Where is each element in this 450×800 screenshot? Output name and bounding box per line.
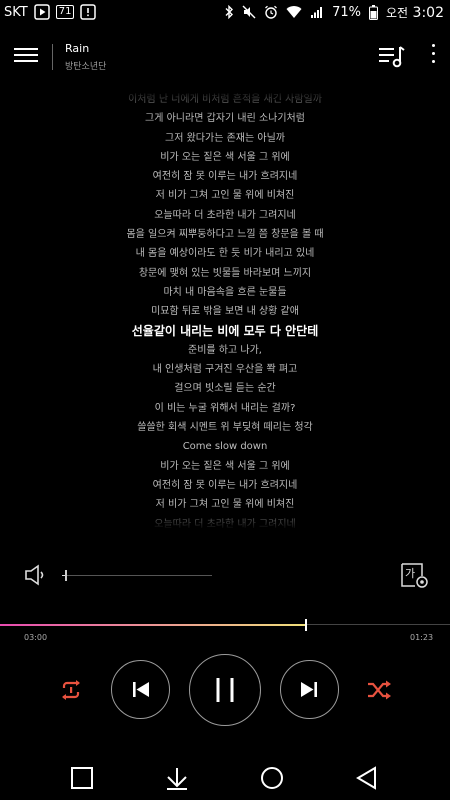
nav-recents-icon[interactable]: [70, 766, 94, 790]
play-notification-icon: [33, 4, 50, 20]
lyric-line-current: 선율같이 내리는 비에 모두 다 안단테: [131, 323, 319, 338]
lyric-line: 그저 왔다가는 존재는 아닐까: [165, 132, 285, 144]
playlist-icon[interactable]: [376, 42, 406, 70]
lyric-size-button[interactable]: 가: [400, 562, 430, 590]
lyric-line: 창문에 맺혀 있는 빗물들 바라보며 느끼지: [138, 267, 312, 279]
lyric-line: 내 인생처럼 구겨진 우산을 쫙 펴고: [152, 364, 298, 376]
alarm-icon: [265, 5, 278, 19]
nav-home-icon[interactable]: [260, 766, 284, 790]
notification-badge: 71: [55, 5, 75, 19]
pause-button[interactable]: [189, 654, 261, 726]
lyrics-panel[interactable]: 이처럼 난 너에게 비처럼 흔적을 새긴 사람일까그게 아니라면 갑자기 내린 …: [0, 90, 450, 530]
more-vert-icon[interactable]: [428, 44, 438, 66]
carrier-label: SKT: [4, 4, 28, 20]
next-icon: [301, 682, 317, 697]
lyric-line: 쓸쓸한 회색 시멘트 위 부딪혀 떼리는 청각: [137, 422, 313, 434]
next-button[interactable]: [280, 660, 339, 719]
song-artist: 방탄소년단: [65, 62, 107, 72]
progress-thumb[interactable]: [305, 619, 307, 631]
appbar-divider: [52, 44, 53, 70]
lyric-line: 저 비가 그쳐 고인 물 위에 비쳐진: [155, 499, 295, 511]
volume-slider[interactable]: [62, 570, 212, 581]
lyric-line: 내 몸을 예상이라도 한 듯 비가 내리고 있네: [135, 248, 315, 260]
status-left: SKT 71: [0, 4, 97, 20]
clock-time: 3:02: [412, 4, 444, 21]
wifi-icon: [286, 6, 302, 19]
repeat-icon[interactable]: [58, 679, 84, 701]
battery-icon: [369, 4, 378, 20]
lyric-line: 미묘함 뒤로 밖을 보면 내 상황 같애: [151, 306, 299, 318]
mute-icon: [242, 5, 256, 19]
total-time: 01:23: [410, 633, 434, 642]
progress-bar[interactable]: [0, 619, 450, 631]
volume-icon[interactable]: [22, 564, 52, 586]
lyric-line: 그게 아니라면 갑자기 내린 소나기처럼: [145, 113, 305, 125]
nav-back-icon[interactable]: [355, 766, 379, 790]
lyric-line: 준비를 하고 나가,: [188, 344, 262, 356]
signal-icon: [311, 7, 323, 18]
clock-ampm: 오전: [386, 5, 409, 20]
battery-percent: 71%: [332, 4, 361, 20]
lyric-line: 이처럼 난 너에게 비처럼 흔적을 새긴 사람일까: [128, 94, 322, 105]
lyric-line: 저 비가 그쳐 고인 물 위에 비쳐진: [155, 190, 295, 202]
elapsed-time: 03:00: [24, 633, 48, 642]
menu-icon[interactable]: [14, 44, 38, 64]
status-clock: 오전 3:02: [386, 4, 444, 21]
lyric-line: 여전히 잠 못 이루는 내가 흐려지네: [152, 479, 298, 491]
previous-icon: [133, 682, 149, 697]
lyric-line: 비가 오는 짙은 색 서울 그 위에: [160, 151, 290, 163]
lyric-line: 이 비는 누굴 위해서 내리는 걸까?: [154, 402, 296, 414]
status-bar: SKT 71 71% 오전 3:02: [0, 0, 450, 24]
lyric-size-label: 가: [405, 567, 416, 580]
progress-fill: [0, 624, 306, 626]
pause-icon: [216, 678, 234, 702]
lyric-line: Come slow down: [182, 441, 268, 453]
status-right: 71% 오전 3:02: [224, 4, 450, 21]
app-bar: Rain 방탄소년단: [0, 36, 450, 76]
shuffle-icon[interactable]: [366, 679, 392, 701]
system-nav-bar: [0, 756, 450, 800]
alert-notification-icon: [80, 4, 97, 20]
nav-down-icon[interactable]: [165, 766, 189, 790]
lyric-line: 비가 오는 짙은 색 서울 그 위에: [160, 460, 290, 472]
lyric-line: 몸을 일으켜 찌뿌둥하다고 느낄 쯤 창문을 볼 때: [126, 229, 324, 241]
lyric-line: 마치 내 마음속을 흐른 눈물들: [163, 286, 287, 298]
lyric-line: 여전히 잠 못 이루는 내가 흐려지네: [152, 171, 298, 183]
bluetooth-icon: [225, 5, 234, 19]
lyric-line: 걸으며 빗소릴 듣는 순간: [174, 383, 276, 395]
song-title: Rain: [65, 42, 90, 55]
lyric-line: 오늘따라 더 초라한 내가 그려지네: [154, 209, 296, 221]
lyric-line: 오늘따라 더 초라한 내가 그려지네: [154, 518, 296, 530]
volume-slider-thumb[interactable]: [65, 570, 67, 581]
previous-button[interactable]: [111, 660, 170, 719]
